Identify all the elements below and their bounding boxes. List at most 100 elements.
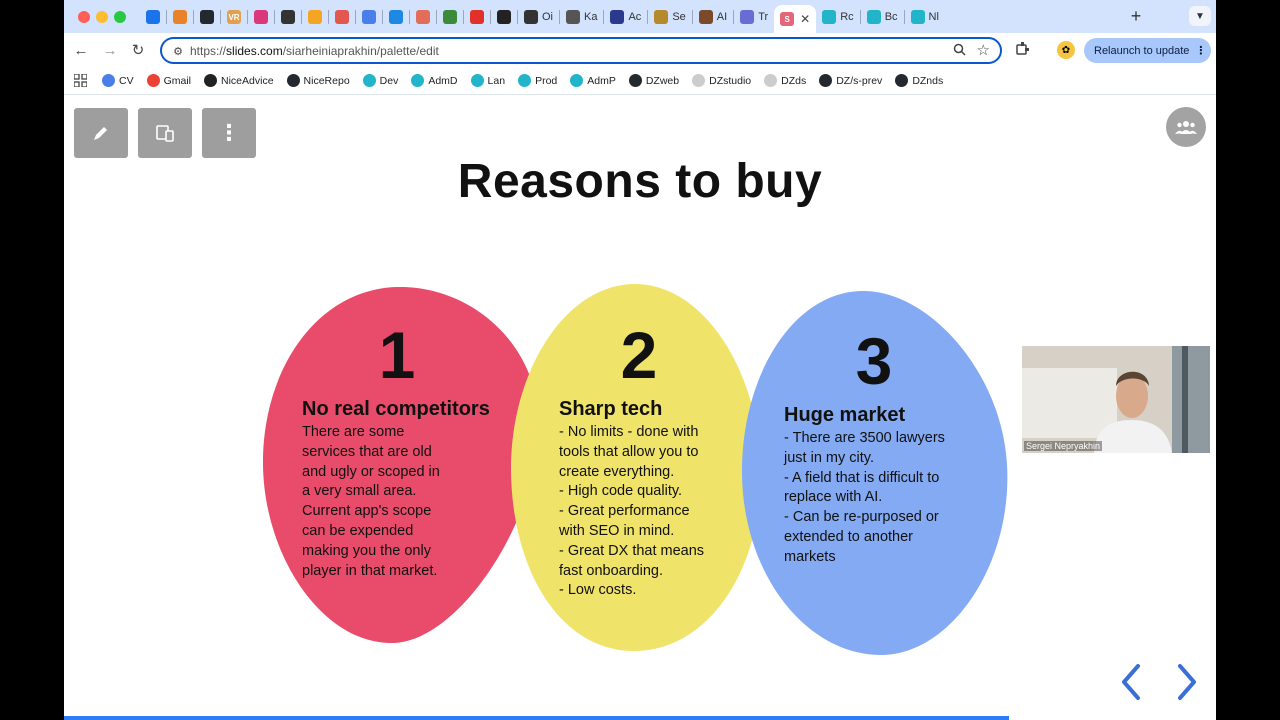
browser-tab[interactable]: Bc <box>861 5 904 29</box>
browser-tab[interactable]: AI <box>693 5 733 29</box>
browser-tab[interactable]: Ka <box>560 5 603 29</box>
github-icon <box>628 74 642 87</box>
browser-tab[interactable] <box>275 5 301 29</box>
webcam-overlay[interactable]: Sergei Nepryakhin <box>1022 346 1210 453</box>
back-button[interactable]: ← <box>72 41 90 59</box>
browser-tab[interactable] <box>491 5 517 29</box>
close-window-button[interactable] <box>78 11 90 23</box>
face-icon <box>910 10 925 24</box>
apps-grid-icon[interactable] <box>73 72 88 88</box>
reason-body: - No limits - done with tools that allow… <box>559 424 705 599</box>
browser-tab[interactable] <box>167 5 193 29</box>
face-icon <box>518 74 532 87</box>
browser-tab[interactable] <box>194 5 220 29</box>
bookmark-star-icon[interactable]: ☆ <box>977 41 990 59</box>
bookmark-item[interactable]: DZds <box>764 74 806 87</box>
cube-icon <box>497 10 511 24</box>
bookmark-item[interactable]: Lan <box>470 74 505 87</box>
bookmark-item[interactable]: Gmail <box>146 74 192 87</box>
bookmark-label: AdmD <box>428 74 458 87</box>
reload-button[interactable]: ↻ <box>129 41 147 59</box>
extensions-icon[interactable] <box>1015 41 1030 59</box>
browser-tab[interactable] <box>464 5 490 29</box>
zoom-icon[interactable] <box>953 43 966 59</box>
reason-body: - There are 3500 lawyers just in my city… <box>784 430 945 565</box>
figma-icon <box>335 10 349 24</box>
device-preview-button[interactable] <box>138 108 192 158</box>
bookmark-label: DZds <box>781 74 807 87</box>
browser-tab[interactable] <box>383 5 409 29</box>
browser-tab[interactable] <box>248 5 274 29</box>
tab-title: Nl <box>928 11 939 23</box>
browser-tab[interactable] <box>437 5 463 29</box>
browser-tab[interactable]: Nl <box>905 5 945 29</box>
browser-tab[interactable] <box>329 5 355 29</box>
relaunch-to-update-button[interactable]: Relaunch to update ⋮ <box>1084 38 1211 63</box>
browser-tab[interactable] <box>140 5 166 29</box>
globe-icon <box>692 74 706 87</box>
bookmark-item[interactable]: Dev <box>362 74 398 87</box>
bookmark-item[interactable]: Prod <box>518 74 557 87</box>
bookmark-item[interactable]: AdmP <box>570 74 616 87</box>
reason-heading: Sharp tech <box>559 398 663 420</box>
browser-tab[interactable] <box>410 5 436 29</box>
browser-tab[interactable]: S ✕ <box>774 5 817 33</box>
bookmark-item[interactable]: AdmD <box>411 74 458 87</box>
bookmark-label: CV <box>119 74 134 87</box>
browser-tab[interactable]: Oi <box>518 5 559 29</box>
bookmark-item[interactable]: NiceAdvice <box>204 74 274 87</box>
photo-icon <box>698 10 713 24</box>
github-icon <box>819 74 833 87</box>
profile-avatar-icon[interactable]: ✿ <box>1057 41 1075 59</box>
slides-icon: S <box>780 12 795 26</box>
reason-number: 3 <box>855 324 893 398</box>
bookmark-item[interactable]: NiceRepo <box>286 74 350 87</box>
collaborators-button[interactable] <box>1166 107 1206 147</box>
browser-tab[interactable] <box>356 5 382 29</box>
browser-tab[interactable]: Rc <box>816 5 859 29</box>
github-icon <box>895 74 909 87</box>
webcam-name-label: Sergei Nepryakhin <box>1024 441 1103 451</box>
browser-tab[interactable] <box>302 5 328 29</box>
forward-button[interactable]: → <box>101 41 119 59</box>
close-tab-icon[interactable]: ✕ <box>800 12 810 26</box>
tab-title: Ac <box>628 11 642 23</box>
face-icon <box>362 74 376 87</box>
site-info-icon[interactable]: ⚙ <box>170 43 186 59</box>
face-icon <box>570 74 584 87</box>
swirl-icon <box>416 10 430 24</box>
bookmark-item[interactable]: DZstudio <box>692 74 751 87</box>
browser-tab[interactable]: Se <box>648 5 691 29</box>
browser-tab[interactable]: Tr <box>734 5 774 29</box>
bookmark-item[interactable]: DZweb <box>628 74 679 87</box>
bookmark-label: Prod <box>535 74 558 87</box>
browser-tab[interactable]: VR <box>221 5 247 29</box>
next-slide-button[interactable] <box>1172 662 1202 702</box>
browser-tab[interactable]: Ac <box>604 5 647 29</box>
slide-progress-bar <box>64 716 1009 720</box>
bookmark-item[interactable]: DZ/s-prev <box>819 74 882 87</box>
more-options-button[interactable]: ⋮ <box>202 108 256 158</box>
bookmark-item[interactable]: DZnds <box>895 74 943 87</box>
previous-slide-button[interactable] <box>1116 662 1146 702</box>
maximize-window-button[interactable] <box>114 11 126 23</box>
reason-card-1: 1 No real competitors There are some ser… <box>302 322 522 581</box>
vr-icon: VR <box>227 10 241 24</box>
edit-button[interactable] <box>74 108 128 158</box>
bookmark-label: NiceAdvice <box>221 74 274 87</box>
devices-icon <box>156 125 174 142</box>
openai-icon <box>524 10 538 24</box>
address-bar[interactable]: ⚙ https://slides.com/siarheiniaprakhin/p… <box>160 37 1002 64</box>
bookmark-item[interactable]: CV <box>102 74 134 87</box>
new-tab-button[interactable]: + <box>1126 6 1146 27</box>
gear-icon <box>566 10 580 24</box>
tab-search-button[interactable]: ▼ <box>1189 6 1211 26</box>
chevron-left-icon <box>1122 664 1140 700</box>
url-scheme: https:// <box>190 44 227 58</box>
butterfly-icon <box>389 10 403 24</box>
bookmark-label: DZstudio <box>709 74 752 87</box>
minimize-window-button[interactable] <box>96 11 108 23</box>
bookmark-label: NiceRepo <box>303 74 350 87</box>
bookmark-label: Gmail <box>163 74 192 87</box>
globe-icon <box>443 10 457 24</box>
